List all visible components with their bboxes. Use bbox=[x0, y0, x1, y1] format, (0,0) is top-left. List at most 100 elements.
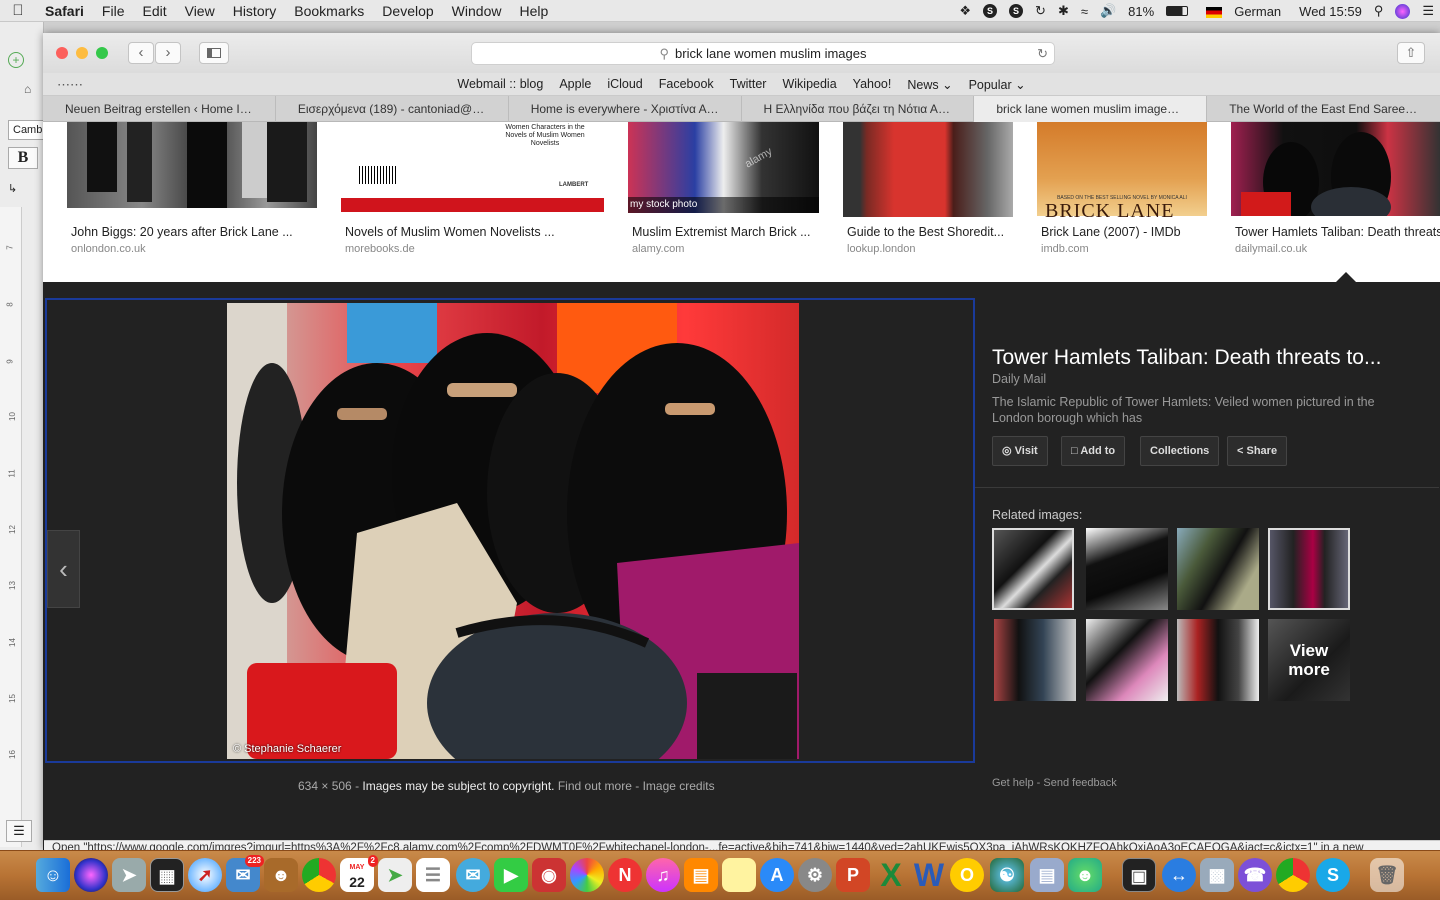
related-image[interactable] bbox=[1177, 619, 1259, 701]
minimize-window-button[interactable] bbox=[76, 47, 88, 59]
favorite-icloud[interactable]: iCloud bbox=[607, 77, 642, 91]
news-icon[interactable]: N bbox=[608, 858, 642, 892]
menu-edit[interactable]: Edit bbox=[133, 3, 175, 19]
wifi-icon[interactable]: ≈ bbox=[1081, 4, 1088, 19]
home-icon[interactable]: ⌂ bbox=[24, 82, 31, 96]
image-credits-link[interactable]: Image credits bbox=[643, 779, 715, 793]
menu-app-name[interactable]: Safari bbox=[36, 3, 93, 19]
chrome-icon[interactable] bbox=[302, 858, 336, 892]
menu-file[interactable]: File bbox=[93, 3, 134, 19]
find-out-more-link[interactable]: Find out more bbox=[558, 779, 632, 793]
window-add-icon[interactable]: + bbox=[8, 52, 24, 68]
menu-history[interactable]: History bbox=[224, 3, 286, 19]
close-window-button[interactable] bbox=[56, 47, 68, 59]
top-sites-grid-icon[interactable]: ⋯⋯ bbox=[57, 77, 83, 93]
related-image[interactable] bbox=[994, 619, 1076, 701]
tab-4[interactable]: Η Ελληνίδα που βάζει τη Νότια Αφ... bbox=[742, 96, 975, 122]
bluetooth-icon[interactable]: ✱ bbox=[1058, 3, 1069, 19]
apple-icon[interactable]:  bbox=[0, 2, 36, 19]
siri-icon[interactable] bbox=[74, 858, 108, 892]
image-capture-icon[interactable]: ▩ bbox=[1200, 858, 1234, 892]
notes-icon[interactable]: ☰ bbox=[416, 858, 450, 892]
previous-image-button[interactable]: ‹ bbox=[47, 530, 80, 608]
result-caption[interactable]: Tower Hamlets Taliban: Death threats ... bbox=[1235, 225, 1440, 239]
favorite-yahoo[interactable]: Yahoo! bbox=[853, 77, 892, 91]
books-icon[interactable]: ▤ bbox=[684, 858, 718, 892]
menu-bookmarks[interactable]: Bookmarks bbox=[285, 3, 373, 19]
favorite-twitter[interactable]: Twitter bbox=[730, 77, 767, 91]
result-thumbnail[interactable]: BASED ON THE BEST SELLING NOVEL BY MONIC… bbox=[1037, 122, 1207, 222]
chrome-icon-2[interactable] bbox=[1276, 858, 1310, 892]
related-image[interactable] bbox=[1086, 528, 1168, 610]
screenshot-icon[interactable]: ▣ bbox=[1122, 858, 1156, 892]
messages-icon[interactable]: ✉ bbox=[456, 858, 490, 892]
facetime-icon[interactable]: ▶ bbox=[494, 858, 528, 892]
excel-icon[interactable]: X bbox=[874, 858, 908, 892]
sidebar-toggle-icon[interactable]: ☰ bbox=[6, 820, 32, 842]
status-app-icon[interactable]: S bbox=[983, 4, 998, 18]
tab-6[interactable]: The World of the East End Saree S... bbox=[1207, 96, 1440, 122]
spotlight-icon[interactable]: ⚲ bbox=[1374, 3, 1384, 19]
system-preferences-icon[interactable]: ⚙ bbox=[798, 858, 832, 892]
favorite-news-menu[interactable]: News ⌄ bbox=[907, 77, 952, 92]
result-thumbnail[interactable]: Women Characters in the Novels of Muslim… bbox=[341, 122, 604, 212]
related-image[interactable] bbox=[1086, 619, 1168, 701]
forward-button[interactable]: › bbox=[155, 42, 181, 64]
skype-icon[interactable]: S bbox=[1316, 858, 1350, 892]
family-icon[interactable]: ☻ bbox=[1068, 858, 1102, 892]
result-thumbnail[interactable] bbox=[67, 122, 317, 208]
back-button[interactable]: ‹ bbox=[128, 42, 154, 64]
tab-5-active[interactable]: brick lane women muslim images -... bbox=[974, 96, 1208, 122]
sidebar-button[interactable] bbox=[199, 42, 229, 64]
word-icon[interactable]: W bbox=[912, 858, 946, 892]
menu-help[interactable]: Help bbox=[510, 3, 557, 19]
related-image-selected[interactable] bbox=[992, 528, 1074, 610]
result-caption[interactable]: John Biggs: 20 years after Brick Lane ..… bbox=[71, 225, 293, 239]
result-caption[interactable]: Muslim Extremist March Brick ... bbox=[632, 225, 811, 239]
menu-window[interactable]: Window bbox=[443, 3, 511, 19]
powerpoint-icon[interactable]: P bbox=[836, 858, 870, 892]
maps-icon[interactable]: ➤ bbox=[378, 858, 412, 892]
trash-icon[interactable]: 🗑 bbox=[1370, 858, 1404, 892]
menu-develop[interactable]: Develop bbox=[373, 3, 442, 19]
battery-percent[interactable]: 81% bbox=[1128, 4, 1154, 19]
safari-icon[interactable]: ➚ bbox=[188, 858, 222, 892]
visit-button[interactable]: ◎ Visit bbox=[992, 436, 1048, 466]
calendar-icon[interactable]: MAY 22 2 bbox=[340, 855, 378, 892]
teamviewer-icon[interactable]: ↔ bbox=[1162, 858, 1196, 892]
photos-icon[interactable] bbox=[570, 858, 604, 892]
favorite-popular-menu[interactable]: Popular ⌄ bbox=[969, 77, 1026, 92]
launchpad-icon[interactable]: ➤ bbox=[112, 858, 146, 892]
view-more-tile[interactable]: View more bbox=[1268, 619, 1350, 701]
related-image[interactable] bbox=[1268, 528, 1350, 610]
mission-control-icon[interactable]: ▦ bbox=[150, 858, 184, 892]
add-to-button[interactable]: □ Add to bbox=[1061, 436, 1126, 466]
get-help-link[interactable]: Get help bbox=[992, 777, 1034, 789]
preview-icon[interactable]: ▤ bbox=[1030, 858, 1064, 892]
viber-icon[interactable]: ☎ bbox=[1238, 858, 1272, 892]
time-machine-icon[interactable]: ↻ bbox=[1035, 3, 1046, 19]
world-clock-icon[interactable]: ☯ bbox=[990, 858, 1024, 892]
norton-icon[interactable]: O bbox=[950, 858, 984, 892]
clock[interactable]: Wed 15:59 bbox=[1299, 4, 1362, 19]
related-image[interactable] bbox=[1177, 528, 1259, 610]
result-thumbnail[interactable]: my stock photo alamy bbox=[628, 122, 819, 213]
result-thumbnail[interactable] bbox=[1231, 122, 1440, 227]
app-store-icon[interactable]: A bbox=[760, 858, 794, 892]
notification-center-icon[interactable]: ☰ bbox=[1422, 3, 1434, 19]
font-name-box[interactable]: Camb bbox=[8, 120, 44, 140]
favorite-wikipedia[interactable]: Wikipedia bbox=[782, 77, 836, 91]
zoom-window-button[interactable] bbox=[96, 47, 108, 59]
result-caption[interactable]: Novels of Muslim Women Novelists ... bbox=[345, 225, 555, 239]
photo-booth-icon[interactable]: ◉ bbox=[532, 858, 566, 892]
skype-status-icon[interactable]: S bbox=[1009, 4, 1024, 18]
reload-icon[interactable]: ↻ bbox=[1037, 43, 1048, 64]
result-caption[interactable]: Guide to the Best Shoredit... bbox=[847, 225, 1004, 239]
input-language[interactable]: German bbox=[1200, 4, 1287, 19]
preview-image[interactable]: © Stephanie Schaerer bbox=[227, 303, 799, 759]
collections-button[interactable]: Collections bbox=[1140, 436, 1220, 466]
tab-1[interactable]: Neuen Beitrag erstellen ‹ Home Is... bbox=[43, 96, 276, 122]
result-thumbnail[interactable] bbox=[843, 122, 1013, 217]
music-icon[interactable]: ♫ bbox=[646, 858, 680, 892]
detail-title[interactable]: Tower Hamlets Taliban: Death threats to.… bbox=[992, 346, 1381, 370]
